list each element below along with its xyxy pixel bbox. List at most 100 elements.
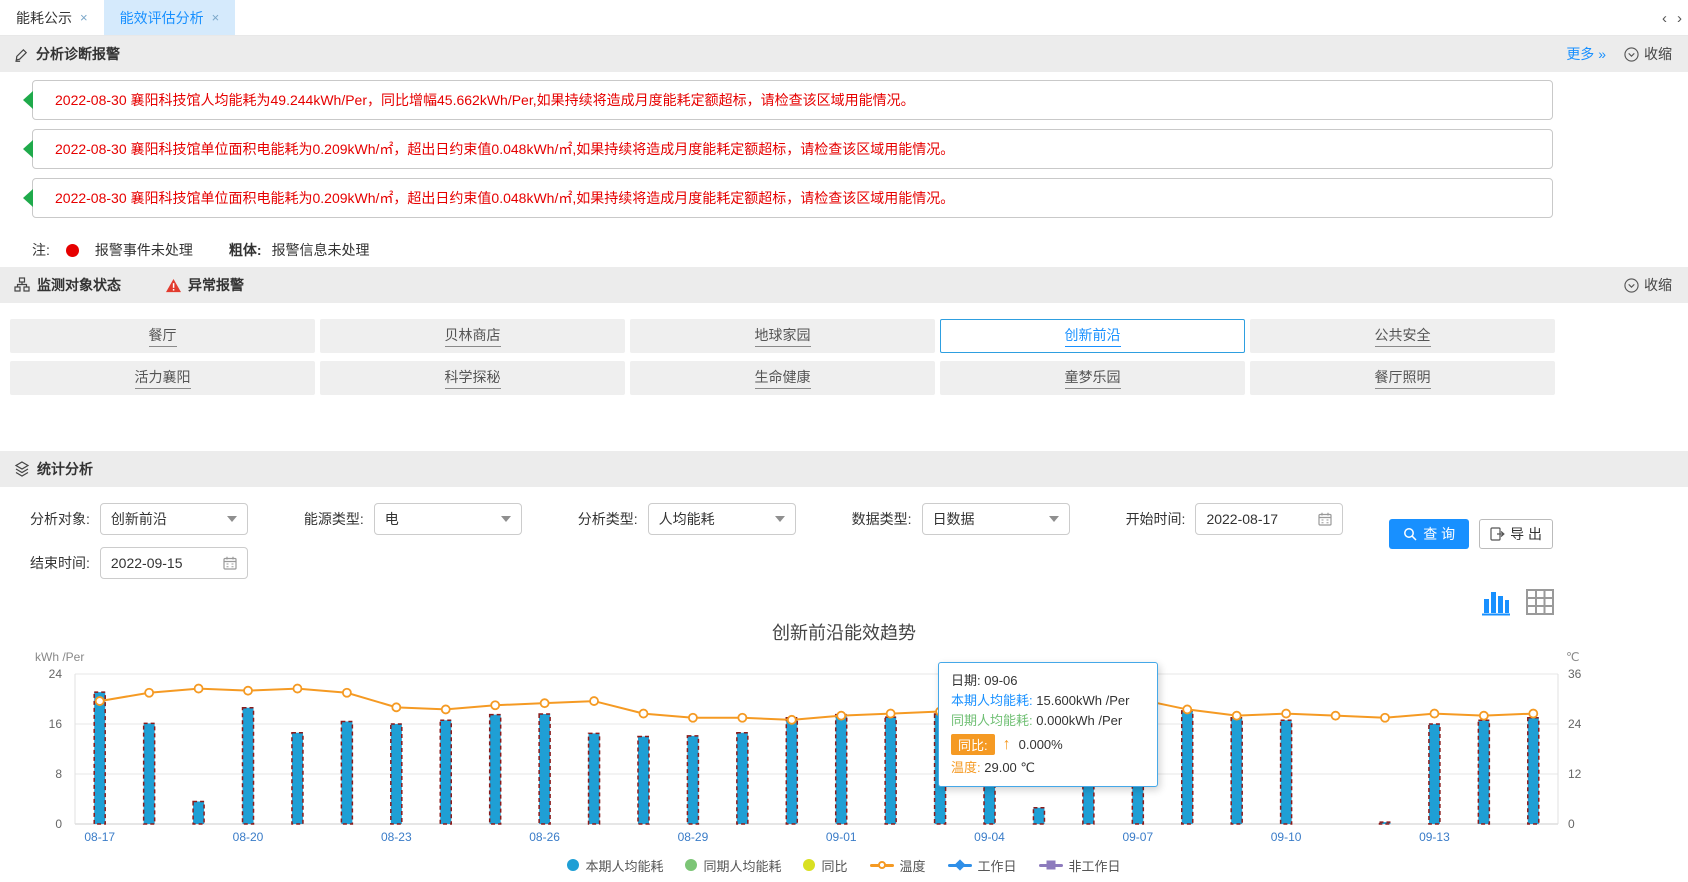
- legend-item[interactable]: 温度: [870, 856, 926, 875]
- chart-legend: 本期人均能耗 同期人均能耗 同比 温度 工作日 非工作日: [0, 849, 1688, 881]
- monitor-object-label: 贝林商店: [445, 325, 501, 347]
- tooltip-previous-value: 0.000kWh /Per: [1036, 713, 1122, 728]
- monitor-object-label: 餐厅照明: [1375, 367, 1431, 389]
- chevron-down-circle-icon: [1624, 47, 1639, 62]
- temperature-marker: [1282, 710, 1290, 718]
- monitor-object-label: 地球家园: [755, 325, 811, 347]
- monitor-object-label: 童梦乐园: [1065, 367, 1121, 389]
- temperature-marker: [1332, 712, 1340, 720]
- tab-energy-publicity[interactable]: 能耗公示 ×: [0, 0, 104, 35]
- monitor-object-button[interactable]: 餐厅照明: [1250, 361, 1555, 395]
- calendar-icon: [1318, 512, 1332, 526]
- table-view-toggle-icon[interactable]: [1525, 587, 1555, 617]
- alert-item: 2022-08-30 襄阳科技馆单位面积电能耗为0.209kWh/㎡，超出日约束…: [32, 129, 1553, 169]
- close-icon[interactable]: ×: [212, 10, 220, 25]
- temperature-marker: [1233, 712, 1241, 720]
- sitemap-icon: [14, 277, 30, 293]
- chart-tooltip: 日期: 09-06 本期人均能耗: 15.600kWh /Per 同期人均能耗:…: [938, 662, 1158, 787]
- abnormal-alarm-flag[interactable]: 异常报警: [165, 275, 244, 295]
- section-title: 统计分析: [37, 459, 93, 479]
- alert-marker-icon: [23, 140, 33, 158]
- more-link[interactable]: 更多 »: [1566, 44, 1606, 64]
- bar-current-consumption: [490, 715, 501, 824]
- collapse-button-diagnosis[interactable]: 收缩: [1624, 44, 1672, 64]
- x-axis-label: 08-29: [678, 830, 709, 844]
- svg-text:8: 8: [55, 767, 62, 781]
- svg-text:24: 24: [49, 667, 63, 681]
- legend-item[interactable]: 本期人均能耗: [567, 856, 663, 875]
- monitor-object-button[interactable]: 创新前沿: [940, 319, 1245, 353]
- monitor-object-button[interactable]: 科学探秘: [320, 361, 625, 395]
- monitor-object-button[interactable]: 贝林商店: [320, 319, 625, 353]
- x-axis-label: 08-20: [233, 830, 264, 844]
- monitor-object-button[interactable]: 餐厅: [10, 319, 315, 353]
- bar-current-consumption: [1429, 724, 1440, 824]
- analysis-object-label: 分析对象:: [30, 509, 90, 529]
- collapse-button-monitor[interactable]: 收缩: [1624, 275, 1672, 295]
- alert-text: 2022-08-30 襄阳科技馆单位面积电能耗为0.209kWh/㎡，超出日约束…: [55, 188, 954, 208]
- x-axis-label: 09-01: [826, 830, 857, 844]
- temperature-marker: [145, 689, 153, 697]
- energy-type-label: 能源类型:: [304, 509, 364, 529]
- svg-text:kWh /Per: kWh /Per: [35, 650, 84, 664]
- analysis-type-select[interactable]: 人均能耗: [648, 503, 796, 535]
- note-bold-label: 粗体:: [229, 240, 262, 260]
- tabs-scroll-left-icon[interactable]: ‹: [1662, 10, 1667, 27]
- start-date-input[interactable]: 2022-08-17: [1195, 503, 1343, 535]
- analysis-object-select[interactable]: 创新前沿: [100, 503, 248, 535]
- legend-dot-icon: [567, 859, 579, 871]
- bar-current-consumption: [1231, 718, 1242, 824]
- diagnosis-section-header: 分析诊断报警 更多 » 收缩: [0, 36, 1688, 72]
- chevron-down-icon: [775, 516, 785, 522]
- export-button[interactable]: 导 出: [1479, 519, 1553, 549]
- temperature-marker: [1529, 710, 1537, 718]
- tab-efficiency-analysis[interactable]: 能效评估分析 ×: [104, 0, 236, 35]
- legend-item[interactable]: 同期人均能耗: [685, 856, 781, 875]
- chart-view-toggle-icon[interactable]: [1481, 587, 1511, 617]
- temperature-marker: [343, 689, 351, 697]
- legend-label: 工作日: [978, 856, 1017, 875]
- data-type-select[interactable]: 日数据: [922, 503, 1070, 535]
- monitor-object-button[interactable]: 地球家园: [630, 319, 935, 353]
- end-date-input[interactable]: 2022-09-15: [100, 547, 248, 579]
- alert-item: 2022-08-30 襄阳科技馆单位面积电能耗为0.209kWh/㎡，超出日约束…: [32, 178, 1553, 218]
- legend-item[interactable]: 工作日: [948, 856, 1017, 875]
- bar-current-consumption: [539, 714, 550, 824]
- legend-item[interactable]: 同比: [803, 856, 847, 875]
- alert-text: 2022-08-30 襄阳科技馆人均能耗为49.244kWh/Per，同比增幅4…: [55, 90, 915, 110]
- x-axis-label: 09-10: [1271, 830, 1302, 844]
- bar-current-consumption: [243, 708, 254, 824]
- bar-current-consumption: [836, 715, 847, 824]
- temperature-marker: [541, 699, 549, 707]
- temperature-marker: [442, 705, 450, 713]
- monitor-object-label: 餐厅: [149, 325, 177, 347]
- x-axis-label: 08-26: [529, 830, 560, 844]
- legend-item[interactable]: 非工作日: [1039, 856, 1121, 875]
- tooltip-yoy-value: 0.000%: [1019, 737, 1063, 752]
- chevron-down-circle-icon: [1624, 278, 1639, 293]
- temperature-marker: [738, 714, 746, 722]
- monitor-object-button[interactable]: 公共安全: [1250, 319, 1555, 353]
- warning-triangle-icon: [165, 278, 182, 293]
- monitor-object-button[interactable]: 生命健康: [630, 361, 935, 395]
- tabs-scroll-right-icon[interactable]: ›: [1677, 10, 1682, 27]
- temperature-marker: [1381, 714, 1389, 722]
- query-button[interactable]: 查 询: [1389, 519, 1469, 549]
- data-type-label: 数据类型:: [852, 509, 912, 529]
- alert-note: 注: 报警事件未处理 粗体: 报警信息未处理: [0, 233, 1688, 267]
- alert-text: 2022-08-30 襄阳科技馆单位面积电能耗为0.209kWh/㎡，超出日约束…: [55, 139, 954, 159]
- legend-label: 非工作日: [1069, 856, 1121, 875]
- filter-bar: 分析对象: 创新前沿 能源类型: 电 分析类型: 人均能耗 数据类型: 日数据: [0, 487, 1688, 595]
- bar-current-consumption: [638, 737, 649, 825]
- monitor-object-button[interactable]: 活力襄阳: [10, 361, 315, 395]
- legend-dot-icon: [803, 859, 815, 871]
- bar-current-consumption: [292, 733, 303, 824]
- alert-list: 2022-08-30 襄阳科技馆人均能耗为49.244kWh/Per，同比增幅4…: [0, 72, 1688, 233]
- chevron-down-icon: [1049, 516, 1059, 522]
- note-bold-desc: 报警信息未处理: [272, 240, 370, 260]
- monitor-object-button[interactable]: 童梦乐园: [940, 361, 1245, 395]
- energy-trend-chart[interactable]: 2436162481200kWh /Per℃08-1708-2008-2308-…: [0, 649, 1688, 844]
- close-icon[interactable]: ×: [80, 10, 88, 25]
- svg-text:16: 16: [49, 717, 63, 731]
- energy-type-select[interactable]: 电: [374, 503, 522, 535]
